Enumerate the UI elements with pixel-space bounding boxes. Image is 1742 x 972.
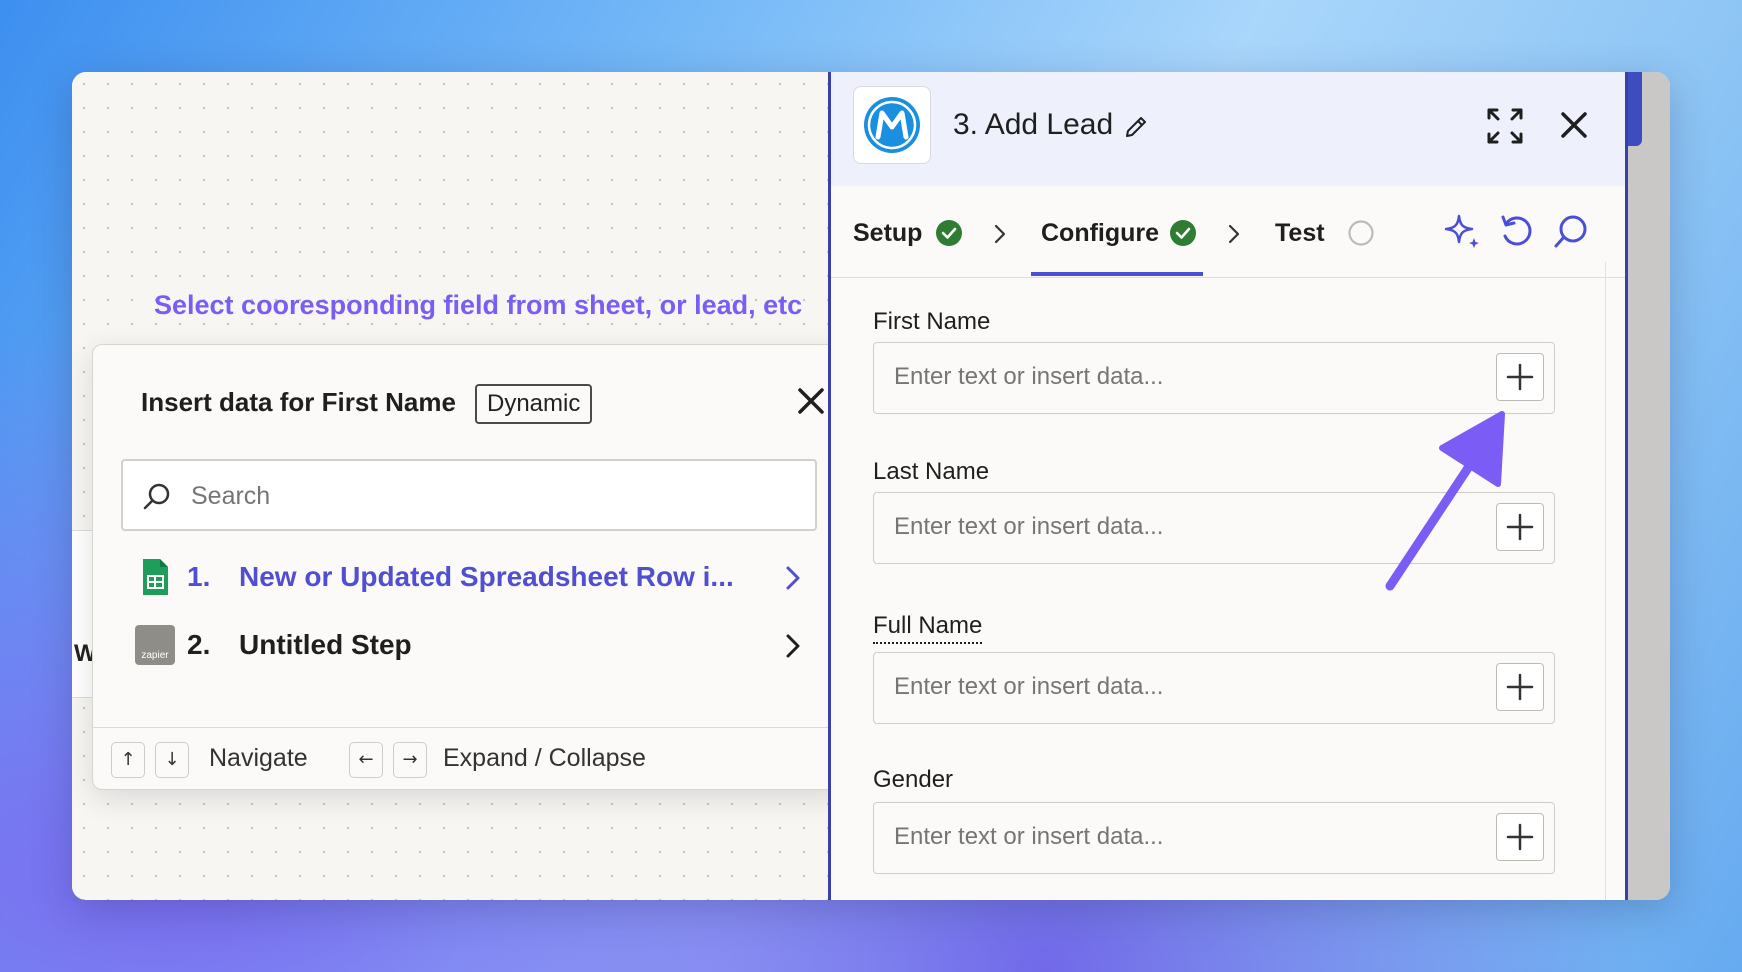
panel-title: 3. Add Lead <box>953 108 1114 141</box>
gender-field[interactable] <box>873 802 1555 874</box>
search-icon <box>143 483 170 510</box>
field-label-last-name: Last Name <box>873 458 990 485</box>
list-item-step-2[interactable]: zapier 2. Untitled Step <box>121 619 811 675</box>
up-key: ↑ <box>111 742 145 778</box>
dynamic-badge: Dynamic <box>475 384 593 424</box>
plus-icon <box>1506 823 1534 851</box>
app-logo <box>853 86 931 164</box>
google-sheets-icon <box>143 559 168 595</box>
tab-configure[interactable]: Configure <box>1041 219 1159 248</box>
field-label-first-name: First Name <box>873 308 991 335</box>
plus-icon <box>1506 363 1534 391</box>
down-key: ↓ <box>155 742 189 778</box>
annotation-hint: Select cooresponding field from sheet, o… <box>154 290 803 320</box>
scroll-track <box>1605 262 1606 900</box>
last-name-input[interactable] <box>894 513 1454 541</box>
check-circle-icon <box>1170 220 1196 246</box>
full-name-field[interactable] <box>873 652 1555 724</box>
active-tab-indicator <box>1031 272 1203 276</box>
field-label-gender: Gender <box>873 766 954 793</box>
first-name-field[interactable] <box>873 342 1555 414</box>
chevron-right-icon <box>1228 224 1240 244</box>
refresh-icon[interactable] <box>1497 212 1537 252</box>
full-name-input[interactable] <box>894 673 1454 701</box>
check-circle-icon <box>936 220 962 246</box>
insert-data-button[interactable] <box>1496 663 1544 711</box>
search-field[interactable] <box>121 459 817 531</box>
item-label: New or Updated Spreadsheet Row i... <box>239 561 734 592</box>
svg-text:zapier: zapier <box>141 650 169 661</box>
insert-data-button[interactable] <box>1496 813 1544 861</box>
gender-input[interactable] <box>894 823 1454 851</box>
item-number: 1. <box>187 561 211 592</box>
popup-close-button[interactable] <box>793 383 829 419</box>
expand-icon[interactable] <box>1485 106 1525 146</box>
step-tabs: Setup Configure Test <box>831 186 1625 278</box>
insert-data-popup: Insert data for First Name Dynamic 1. Ne… <box>92 344 850 790</box>
background-window-accent <box>1628 72 1642 146</box>
close-icon[interactable] <box>1557 108 1591 142</box>
zapier-icon: zapier <box>135 625 175 665</box>
field-label-full-name: Full Name <box>873 612 983 644</box>
navigate-hint: Navigate <box>209 744 308 772</box>
left-key: ← <box>349 742 383 778</box>
pending-circle-icon <box>1348 220 1374 246</box>
expand-collapse-hint: Expand / Collapse <box>443 744 646 772</box>
popup-title: Insert data for First Name <box>141 387 456 417</box>
first-name-input[interactable] <box>894 363 1454 391</box>
comment-icon[interactable] <box>1551 212 1591 252</box>
list-item-step-1[interactable]: 1. New or Updated Spreadsheet Row i... <box>121 551 811 607</box>
background-window-edge <box>1628 72 1670 900</box>
panel-header: 3. Add Lead <box>831 72 1625 186</box>
annotation-arrow-icon <box>1385 411 1505 591</box>
item-label: Untitled Step <box>239 629 412 660</box>
app-logo-icon <box>864 97 920 153</box>
tab-test[interactable]: Test <box>1275 219 1325 248</box>
item-number: 2. <box>187 629 211 660</box>
right-key: → <box>393 742 427 778</box>
search-input[interactable] <box>191 482 791 511</box>
ai-sparkle-icon[interactable] <box>1443 212 1483 252</box>
insert-data-button[interactable] <box>1496 353 1544 401</box>
plus-icon <box>1506 673 1534 701</box>
chevron-right-icon <box>786 634 800 658</box>
chevron-right-icon <box>994 224 1006 244</box>
tab-setup[interactable]: Setup <box>853 219 922 248</box>
chevron-right-icon <box>786 566 800 590</box>
pencil-icon[interactable] <box>1123 114 1149 140</box>
popup-footer: ↑ ↓ Navigate ← → Expand / Collapse <box>93 727 849 789</box>
close-icon <box>798 388 824 414</box>
